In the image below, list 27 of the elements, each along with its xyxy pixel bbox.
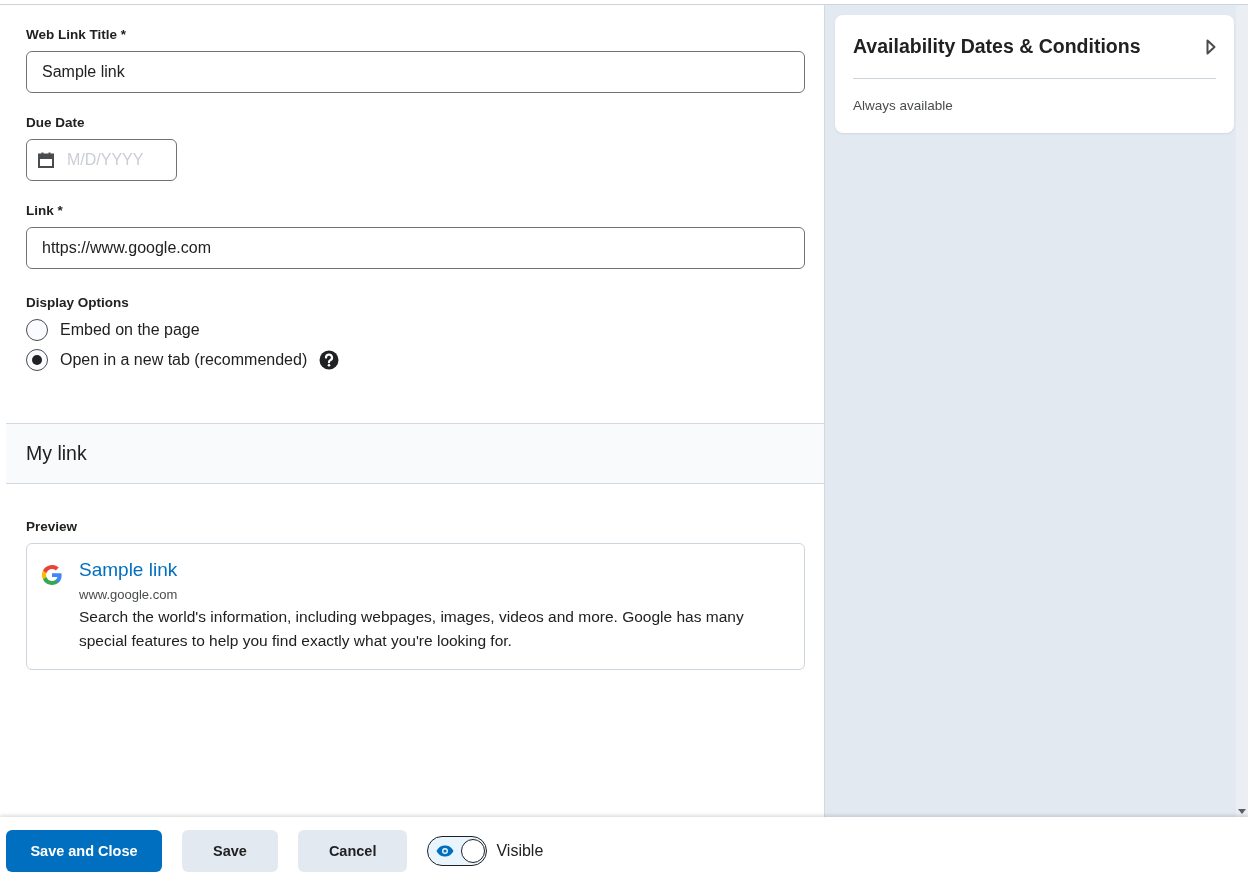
link-input[interactable]: https://www.google.com <box>26 227 805 269</box>
expand-arrow-icon[interactable] <box>1206 38 1216 55</box>
field-label: Preview <box>26 519 79 534</box>
help-icon[interactable] <box>319 350 340 370</box>
secondary-button[interactable]: Save <box>182 829 278 872</box>
radio-label: Open in a new tab (recommended) <box>60 351 308 369</box>
radio-label: Embed on the page <box>60 321 200 339</box>
field-label: Link * <box>26 203 64 218</box>
primary-button[interactable]: Save and Close <box>6 829 162 872</box>
radio-button[interactable] <box>26 349 48 371</box>
title-input[interactable]: Sample link <box>26 51 805 93</box>
section-heading: My link <box>26 442 87 465</box>
field-label: Display Options <box>26 295 130 310</box>
availability-status: Always available <box>853 98 954 113</box>
radio-button[interactable] <box>26 319 48 341</box>
field-label: Web Link Title * <box>26 27 128 42</box>
field-label: Due Date <box>26 115 86 130</box>
visibility-label: Visible <box>496 841 544 860</box>
preview-description: Search the world's information, including webpages, images, videos and more. Google has many special features to help you find exactly what you're looking for. <box>79 607 745 651</box>
scroll-down-icon[interactable] <box>1238 809 1246 814</box>
panel-title: Availability Dates & Conditions <box>853 35 1141 58</box>
google-logo-icon <box>40 563 64 587</box>
preview-title-link[interactable]: Sample link <box>79 559 784 581</box>
visibility-toggle[interactable] <box>427 835 488 866</box>
secondary-button[interactable]: Cancel <box>297 829 408 872</box>
eye-icon <box>436 844 455 857</box>
preview-url: www.google.com <box>79 587 179 602</box>
